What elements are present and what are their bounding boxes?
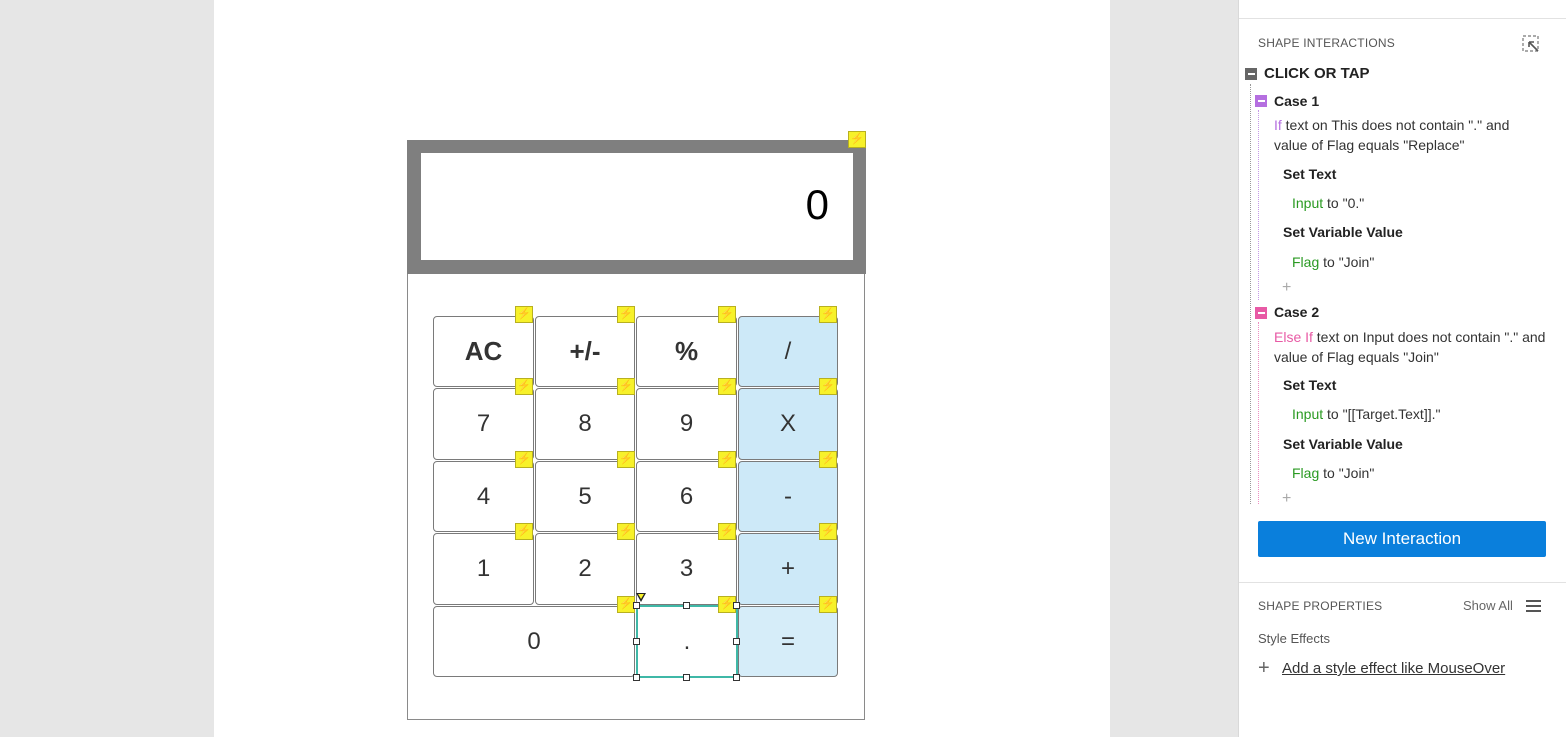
lightning-bolt-icon[interactable]: ⚡	[515, 523, 533, 540]
display-value: 0	[805, 181, 829, 228]
resize-handle-n[interactable]	[683, 602, 690, 609]
resize-handle-s[interactable]	[683, 674, 690, 681]
action-title[interactable]: Set Text	[1283, 377, 1336, 393]
lightning-bolt-icon[interactable]: ⚡	[617, 451, 635, 468]
resize-handle-nw[interactable]	[633, 602, 640, 609]
lightning-bolt-icon[interactable]: ⚡	[718, 378, 736, 395]
if-keyword: If	[1274, 117, 1282, 133]
action-value: to "[[Target.Text]]."	[1323, 406, 1441, 422]
case-2-tree-line	[1258, 322, 1259, 504]
lightning-bolt-icon[interactable]: ⚡	[819, 596, 837, 613]
key-3[interactable]: 3	[636, 533, 737, 605]
key-equals[interactable]: =	[738, 606, 838, 677]
lightning-bolt-icon[interactable]: ⚡	[718, 451, 736, 468]
action-value: to "0."	[1323, 195, 1365, 211]
event-label: CLICK OR TAP	[1264, 65, 1370, 82]
shape-properties-title: SHAPE PROPERTIES	[1258, 599, 1383, 613]
action-title[interactable]: Set Text	[1283, 166, 1336, 182]
lightning-bolt-icon[interactable]: ⚡	[819, 451, 837, 468]
action-target: Flag	[1292, 254, 1320, 270]
case-1-title[interactable]: Case 1	[1274, 93, 1319, 109]
key-percent[interactable]: %	[636, 316, 737, 387]
key-6[interactable]: 6	[636, 461, 737, 532]
key-sign[interactable]: +/-	[535, 316, 635, 387]
lightning-bolt-icon[interactable]: ⚡	[819, 306, 837, 323]
key-plus[interactable]: +	[738, 533, 838, 605]
add-action-button[interactable]: +	[1282, 491, 1291, 507]
key-ac[interactable]: AC	[433, 316, 534, 387]
lightning-bolt-icon[interactable]: ⚡	[848, 131, 866, 148]
plus-icon[interactable]: +	[1258, 658, 1270, 678]
show-all-link[interactable]: Show All	[1463, 598, 1513, 613]
key-minus[interactable]: -	[738, 461, 838, 532]
key-7[interactable]: 7	[433, 388, 534, 460]
action-title[interactable]: Set Variable Value	[1283, 224, 1403, 240]
event-tree-line	[1250, 84, 1251, 504]
key-8[interactable]: 8	[535, 388, 635, 460]
action-target: Flag	[1292, 465, 1320, 481]
lightning-bolt-icon[interactable]: ⚡	[718, 306, 736, 323]
action-target: Input	[1292, 406, 1324, 422]
select-target-icon[interactable]	[1522, 35, 1540, 53]
lightning-bolt-icon[interactable]: ⚡	[819, 378, 837, 395]
key-divide[interactable]: /	[738, 316, 838, 387]
collapse-case-2-icon[interactable]	[1255, 307, 1267, 319]
new-interaction-button[interactable]: New Interaction	[1258, 521, 1546, 557]
lightning-bolt-icon[interactable]: ⚡	[515, 378, 533, 395]
action-title[interactable]: Set Variable Value	[1283, 436, 1403, 452]
lightning-bolt-icon[interactable]: ⚡	[718, 523, 736, 540]
action-detail[interactable]: Flag to "Join"	[1292, 252, 1374, 272]
resize-handle-e[interactable]	[733, 638, 740, 645]
action-value: to "Join"	[1319, 254, 1375, 270]
add-action-button[interactable]: +	[1282, 280, 1291, 296]
action-detail[interactable]: Flag to "Join"	[1292, 463, 1374, 483]
lightning-bolt-icon[interactable]: ⚡	[515, 306, 533, 323]
menu-icon[interactable]	[1526, 600, 1541, 612]
key-4[interactable]: 4	[433, 461, 534, 532]
lightning-bolt-icon[interactable]: ⚡	[617, 378, 635, 395]
resize-handle-sw[interactable]	[633, 674, 640, 681]
key-2[interactable]: 2	[535, 533, 635, 605]
action-value: to "Join"	[1319, 465, 1375, 481]
interactions-panel: SHAPE INTERACTIONS CLICK OR TAP Case 1 I…	[1238, 0, 1566, 737]
add-style-effect-link[interactable]: Add a style effect like MouseOver	[1282, 660, 1505, 677]
panel-header-strip	[1239, 0, 1566, 19]
calculator-display[interactable]: 0	[421, 153, 853, 260]
divider	[1239, 582, 1566, 583]
case-2-condition[interactable]: Else If text on Input does not contain "…	[1274, 327, 1549, 367]
key-dot[interactable]: .	[636, 605, 738, 678]
shape-interactions-title: SHAPE INTERACTIONS	[1258, 36, 1395, 50]
collapse-case-1-icon[interactable]	[1255, 95, 1267, 107]
condition-text: text on This does not contain "." and va…	[1274, 117, 1510, 153]
else-if-keyword: Else If	[1274, 329, 1313, 345]
case-1-tree-line	[1258, 110, 1259, 300]
rotate-handle-icon[interactable]	[636, 593, 646, 602]
action-detail[interactable]: Input to "[[Target.Text]]."	[1292, 404, 1440, 424]
resize-handle-se[interactable]	[733, 674, 740, 681]
lightning-bolt-icon[interactable]: ⚡	[617, 306, 635, 323]
key-0[interactable]: 0	[433, 606, 635, 677]
key-multiply[interactable]: X	[738, 388, 838, 460]
resize-handle-ne[interactable]	[733, 602, 740, 609]
lightning-bolt-icon[interactable]: ⚡	[819, 523, 837, 540]
key-1[interactable]: 1	[433, 533, 534, 605]
style-effects-label: Style Effects	[1258, 631, 1331, 646]
lightning-bolt-icon[interactable]: ⚡	[515, 451, 533, 468]
action-detail[interactable]: Input to "0."	[1292, 193, 1364, 213]
lightning-bolt-icon[interactable]: ⚡	[617, 523, 635, 540]
key-5[interactable]: 5	[535, 461, 635, 532]
key-9[interactable]: 9	[636, 388, 737, 460]
case-2-title[interactable]: Case 2	[1274, 304, 1319, 320]
resize-handle-w[interactable]	[633, 638, 640, 645]
collapse-event-icon[interactable]	[1245, 68, 1257, 80]
condition-text: text on Input does not contain "." and v…	[1274, 329, 1546, 365]
action-target: Input	[1292, 195, 1324, 211]
case-1-condition[interactable]: If text on This does not contain "." and…	[1274, 115, 1544, 155]
